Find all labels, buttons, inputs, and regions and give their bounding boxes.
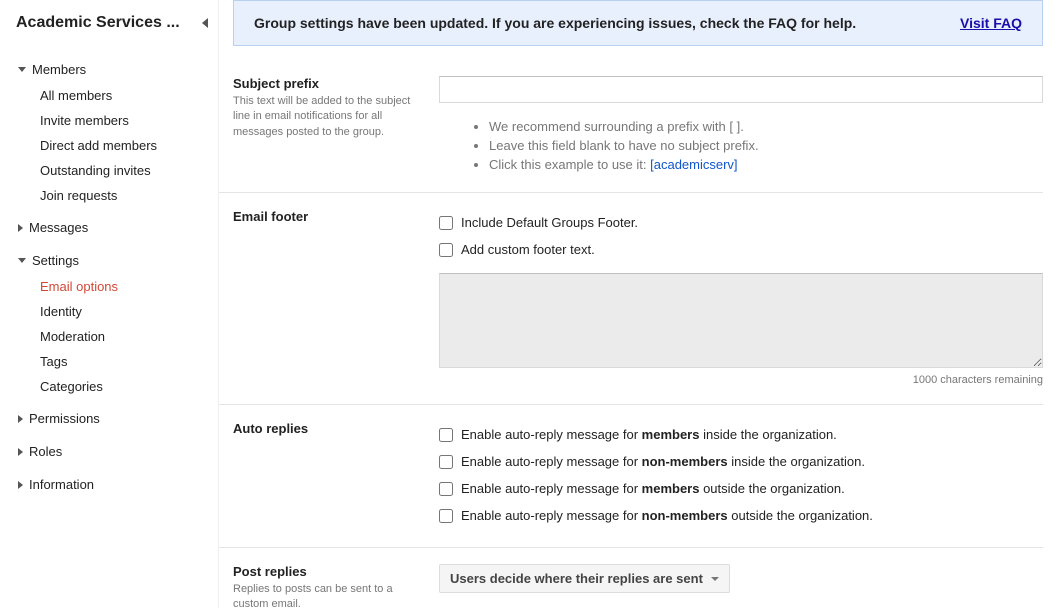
footer-chars-remaining: 1000 characters remaining (439, 374, 1043, 386)
custom-footer-textarea (439, 273, 1043, 368)
prefix-hint-1: We recommend surrounding a prefix with [… (489, 117, 1043, 136)
info-banner: Group settings have been updated. If you… (233, 0, 1043, 46)
chevron-down-icon (711, 577, 719, 581)
nav-join-requests[interactable]: Join requests (18, 183, 218, 208)
autoreply-nonmembers-inside-row[interactable]: Enable auto-reply message for non-member… (439, 448, 1043, 475)
nav-information[interactable]: Information (18, 471, 218, 498)
group-title: Academic Services ... (16, 14, 180, 32)
nav-members-label: Members (32, 62, 86, 77)
collapse-sidebar-icon[interactable] (202, 18, 208, 28)
nav-settings-label: Settings (32, 253, 79, 268)
autoreply-nonmembers-inside-checkbox[interactable] (439, 455, 453, 469)
post-replies-desc: Replies to posts can be sent to a custom… (233, 582, 425, 608)
prefix-hint-2: Leave this field blank to have no subjec… (489, 136, 1043, 155)
nav-information-label: Information (29, 477, 94, 492)
autoreply-members-inside-row[interactable]: Enable auto-reply message for members in… (439, 421, 1043, 448)
chevron-down-icon (18, 67, 26, 72)
chevron-down-icon (18, 258, 26, 263)
chevron-right-icon (18, 224, 23, 232)
add-custom-footer-row[interactable]: Add custom footer text. (439, 236, 1043, 263)
main-content: Group settings have been updated. If you… (218, 0, 1063, 608)
prefix-example-link[interactable]: [academicserv] (650, 157, 737, 172)
autoreply-nonmembers-outside-row[interactable]: Enable auto-reply message for non-member… (439, 502, 1043, 529)
chevron-right-icon (18, 415, 23, 423)
nav-identity[interactable]: Identity (18, 299, 218, 324)
nav-tags[interactable]: Tags (18, 349, 218, 374)
prefix-hint-3: Click this example to use it: [academics… (489, 155, 1043, 174)
nav-messages[interactable]: Messages (18, 214, 218, 241)
post-replies-dropdown[interactable]: Users decide where their replies are sen… (439, 564, 730, 593)
include-default-footer-row[interactable]: Include Default Groups Footer. (439, 209, 1043, 236)
nav-moderation[interactable]: Moderation (18, 324, 218, 349)
autoreply-nonmembers-outside-checkbox[interactable] (439, 509, 453, 523)
subject-prefix-title: Subject prefix (233, 76, 425, 91)
email-footer-title: Email footer (233, 209, 425, 224)
chevron-right-icon (18, 448, 23, 456)
auto-replies-title: Auto replies (233, 421, 425, 436)
autoreply-members-outside-row[interactable]: Enable auto-reply message for members ou… (439, 475, 1043, 502)
chevron-right-icon (18, 481, 23, 489)
include-default-footer-checkbox[interactable] (439, 216, 453, 230)
visit-faq-link[interactable]: Visit FAQ (960, 15, 1022, 31)
nav-roles[interactable]: Roles (18, 438, 218, 465)
subject-prefix-input[interactable] (439, 76, 1043, 103)
nav-permissions-label: Permissions (29, 411, 100, 426)
nav-all-members[interactable]: All members (18, 83, 218, 108)
add-custom-footer-checkbox[interactable] (439, 243, 453, 257)
nav-categories[interactable]: Categories (18, 374, 218, 399)
nav-roles-label: Roles (29, 444, 62, 459)
nav-messages-label: Messages (29, 220, 88, 235)
nav-permissions[interactable]: Permissions (18, 405, 218, 432)
post-replies-title: Post replies (233, 564, 425, 579)
nav-email-options[interactable]: Email options (18, 274, 218, 299)
banner-text: Group settings have been updated. If you… (254, 15, 856, 31)
subject-prefix-desc: This text will be added to the subject l… (233, 94, 425, 140)
nav-members[interactable]: Members (18, 56, 218, 83)
nav-outstanding-invites[interactable]: Outstanding invites (18, 158, 218, 183)
nav-direct-add-members[interactable]: Direct add members (18, 133, 218, 158)
sidebar: Academic Services ... Members All member… (0, 0, 218, 608)
nav-settings[interactable]: Settings (18, 247, 218, 274)
autoreply-members-outside-checkbox[interactable] (439, 482, 453, 496)
autoreply-members-inside-checkbox[interactable] (439, 428, 453, 442)
nav-invite-members[interactable]: Invite members (18, 108, 218, 133)
